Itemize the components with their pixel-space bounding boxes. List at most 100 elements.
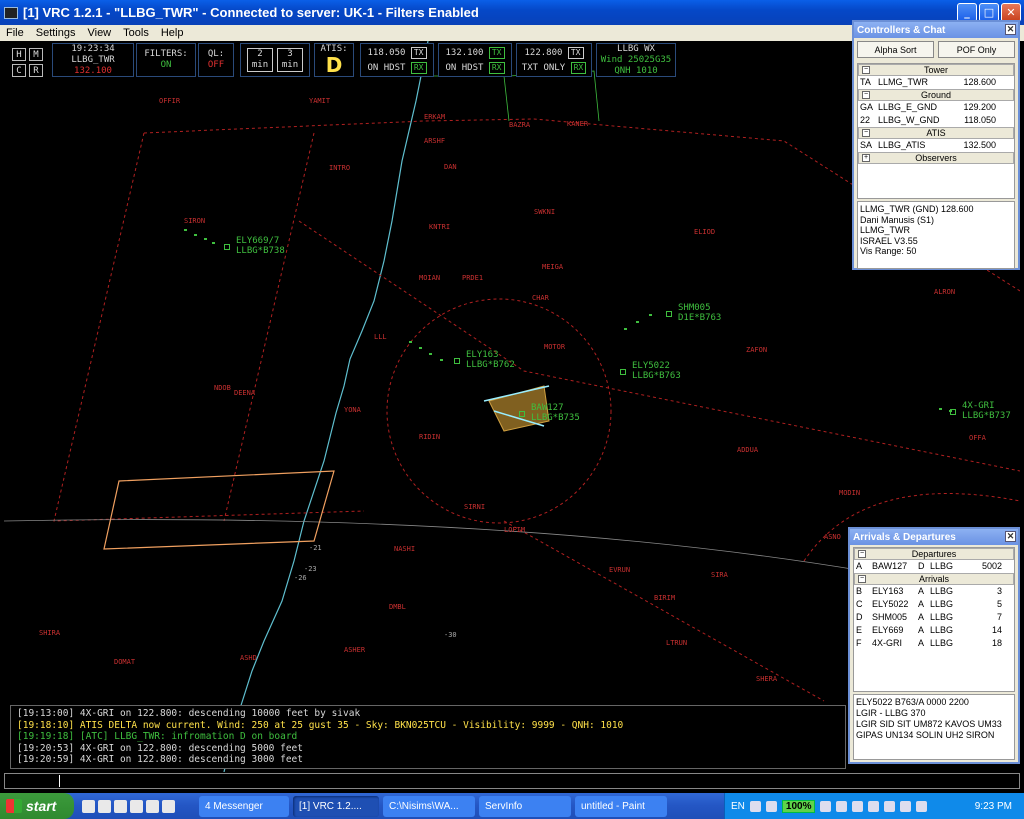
tray-app-icon[interactable] bbox=[852, 800, 864, 812]
tray-app-icon[interactable] bbox=[765, 800, 777, 812]
c-button[interactable]: C bbox=[12, 64, 26, 77]
timer-1-button[interactable]: 2 min bbox=[247, 48, 273, 72]
aircraft-target-icon[interactable] bbox=[950, 409, 956, 415]
aircraft-target-icon[interactable] bbox=[454, 358, 460, 364]
collapse-toggle-icon[interactable]: − bbox=[862, 66, 870, 74]
m-button[interactable]: M bbox=[29, 48, 43, 61]
fix-label: NASHI bbox=[394, 545, 416, 553]
aircraft-datablock[interactable]: BAW127 LLBG*B735 bbox=[531, 403, 580, 423]
atis-box[interactable]: ATIS: D bbox=[314, 43, 354, 77]
fix-label: BIRIM bbox=[654, 594, 676, 602]
flight-row[interactable]: A BAW127 D LLBG 5002 bbox=[854, 560, 1014, 573]
controller-cell: SA bbox=[860, 140, 873, 150]
controller-group-header[interactable]: − Ground bbox=[858, 89, 1014, 101]
collapse-toggle-icon[interactable]: − bbox=[862, 91, 870, 99]
task-vrc[interactable]: [1] VRC 1.2.... bbox=[293, 795, 379, 817]
aircraft-target-icon[interactable] bbox=[519, 411, 525, 417]
controller-row[interactable]: 22 LLBG_W_GND 118.050 bbox=[858, 114, 1014, 127]
flight-row[interactable]: C ELY5022 A LLBG 5 bbox=[854, 598, 1014, 611]
menu-tools[interactable]: Tools bbox=[117, 27, 155, 39]
fix-label: CHAR bbox=[532, 294, 549, 302]
radio-2-rx-button[interactable]: RX bbox=[488, 62, 505, 74]
radio-3-tx-button[interactable]: TX bbox=[567, 47, 584, 59]
quicklaunch-app-icon[interactable] bbox=[146, 799, 159, 813]
quicklaunch-app-icon[interactable] bbox=[114, 799, 127, 813]
fix-label: ASNO bbox=[824, 533, 841, 541]
controller-row[interactable]: TA LLMG_TWR 128.600 bbox=[858, 76, 1014, 89]
quicklaunch-app-icon[interactable] bbox=[98, 799, 111, 813]
controllers-list[interactable]: − Tower TA LLMG_TWR 128.600 − Ground GA LLBG_E_G… bbox=[857, 63, 1015, 199]
network-icon[interactable] bbox=[820, 800, 832, 812]
alpha-sort-button[interactable]: Alpha Sort bbox=[857, 41, 934, 58]
quicklook-box[interactable]: QL: OFF bbox=[198, 43, 234, 77]
tray-app-icon[interactable] bbox=[916, 800, 928, 812]
radio-2-tx-button[interactable]: TX bbox=[488, 47, 505, 59]
quicklaunch-app-icon[interactable] bbox=[162, 799, 175, 813]
aircraft-datablock[interactable]: ELY5022 LLBG*B763 bbox=[632, 361, 681, 381]
flight-cell: ELY163 bbox=[872, 586, 904, 596]
task-servinfo[interactable]: ServInfo bbox=[479, 795, 571, 817]
collapse-toggle-icon[interactable]: − bbox=[862, 129, 870, 137]
help-icon[interactable] bbox=[749, 800, 761, 812]
command-line[interactable] bbox=[4, 773, 1020, 789]
aircraft-target-icon[interactable] bbox=[620, 369, 626, 375]
flight-row[interactable]: E ELY669 A LLBG 14 bbox=[854, 624, 1014, 637]
controller-row[interactable]: GA LLBG_E_GND 129.200 bbox=[858, 101, 1014, 114]
controller-group-header[interactable]: − ATIS bbox=[858, 127, 1014, 139]
menu-file[interactable]: File bbox=[0, 27, 30, 39]
timer-2-button[interactable]: 3 min bbox=[277, 48, 303, 72]
aircraft-target-icon[interactable] bbox=[224, 244, 230, 250]
volume-icon[interactable] bbox=[836, 800, 848, 812]
pof-only-button[interactable]: POF Only bbox=[938, 41, 1015, 58]
fix-label: YONA bbox=[344, 406, 361, 414]
menu-view[interactable]: View bbox=[81, 27, 117, 39]
flight-row[interactable]: B ELY163 A LLBG 3 bbox=[854, 585, 1014, 598]
menu-help[interactable]: Help bbox=[155, 27, 190, 39]
weather-box[interactable]: LLBG WX Wind 25025G35 QNH 1010 bbox=[596, 43, 676, 77]
aircraft-datablock[interactable]: SHM005 D1E*B763 bbox=[678, 303, 721, 323]
flight-row[interactable]: F 4X-GRI A LLBG 18 bbox=[854, 637, 1014, 650]
collapse-toggle-icon[interactable]: + bbox=[862, 154, 870, 162]
task-messenger[interactable]: 4 Messenger bbox=[199, 795, 289, 817]
arrdep-list[interactable]: − Departures A BAW127 D LLBG 5002 − Arrivals B ELY… bbox=[853, 547, 1015, 692]
menu-settings[interactable]: Settings bbox=[30, 27, 82, 39]
flight-group-header[interactable]: − Arrivals bbox=[854, 573, 1014, 585]
collapse-toggle-icon[interactable]: − bbox=[858, 575, 866, 583]
tray-app-icon[interactable] bbox=[884, 800, 896, 812]
collapse-toggle-icon[interactable]: − bbox=[858, 550, 866, 558]
aircraft-datablock[interactable]: ELY163 LLBG*B762 bbox=[466, 350, 515, 370]
fix-label: NDOB bbox=[214, 384, 231, 392]
radio-1-rx-button[interactable]: RX bbox=[410, 62, 427, 74]
radio-1-tx-button[interactable]: TX bbox=[410, 47, 427, 59]
quicklaunch-app-icon[interactable] bbox=[82, 799, 95, 813]
tray-app-icon[interactable] bbox=[868, 800, 880, 812]
flight-group-header[interactable]: − Departures bbox=[854, 548, 1014, 560]
start-button[interactable]: start bbox=[0, 793, 74, 819]
controller-group-header[interactable]: + Observers bbox=[858, 152, 1014, 164]
radio-3-rx-button[interactable]: RX bbox=[570, 62, 587, 74]
aircraft-target-icon[interactable] bbox=[666, 311, 672, 317]
h-button[interactable]: H bbox=[12, 48, 26, 61]
flight-cell: B bbox=[856, 586, 863, 596]
wx-wind: Wind 25025G35 bbox=[600, 55, 672, 65]
zoom-level[interactable]: 100% bbox=[781, 799, 816, 813]
runway-label: -30 bbox=[444, 631, 457, 639]
controllers-close-icon[interactable]: ✕ bbox=[1005, 24, 1016, 35]
fix-label: LLL bbox=[374, 333, 387, 341]
aircraft-datablock[interactable]: ELY669/7 LLBG*B738 bbox=[236, 236, 285, 256]
task-paint[interactable]: untitled - Paint bbox=[575, 795, 667, 817]
message-log[interactable]: [19:13:00] 4X-GRI on 122.800: descending… bbox=[10, 705, 846, 769]
flight-cell: 5002 bbox=[981, 561, 1002, 571]
task-explorer[interactable]: C:\Nisims\WA... bbox=[383, 795, 475, 817]
r-button[interactable]: R bbox=[29, 64, 43, 77]
flight-row[interactable]: D SHM005 A LLBG 7 bbox=[854, 611, 1014, 624]
tray-app-icon[interactable] bbox=[900, 800, 912, 812]
language-indicator[interactable]: EN bbox=[731, 801, 745, 812]
quicklaunch-app-icon[interactable] bbox=[130, 799, 143, 813]
log-line: [19:18:10] ATIS DELTA now current. Wind:… bbox=[17, 719, 624, 731]
controller-row[interactable]: SA LLBG_ATIS 132.500 bbox=[858, 139, 1014, 152]
filters-box[interactable]: FILTERS: ON bbox=[136, 43, 196, 77]
arrdep-close-icon[interactable]: ✕ bbox=[1005, 531, 1016, 542]
controller-group-header[interactable]: − Tower bbox=[858, 64, 1014, 76]
aircraft-datablock[interactable]: 4X-GRI LLBG*B737 bbox=[962, 401, 1011, 421]
